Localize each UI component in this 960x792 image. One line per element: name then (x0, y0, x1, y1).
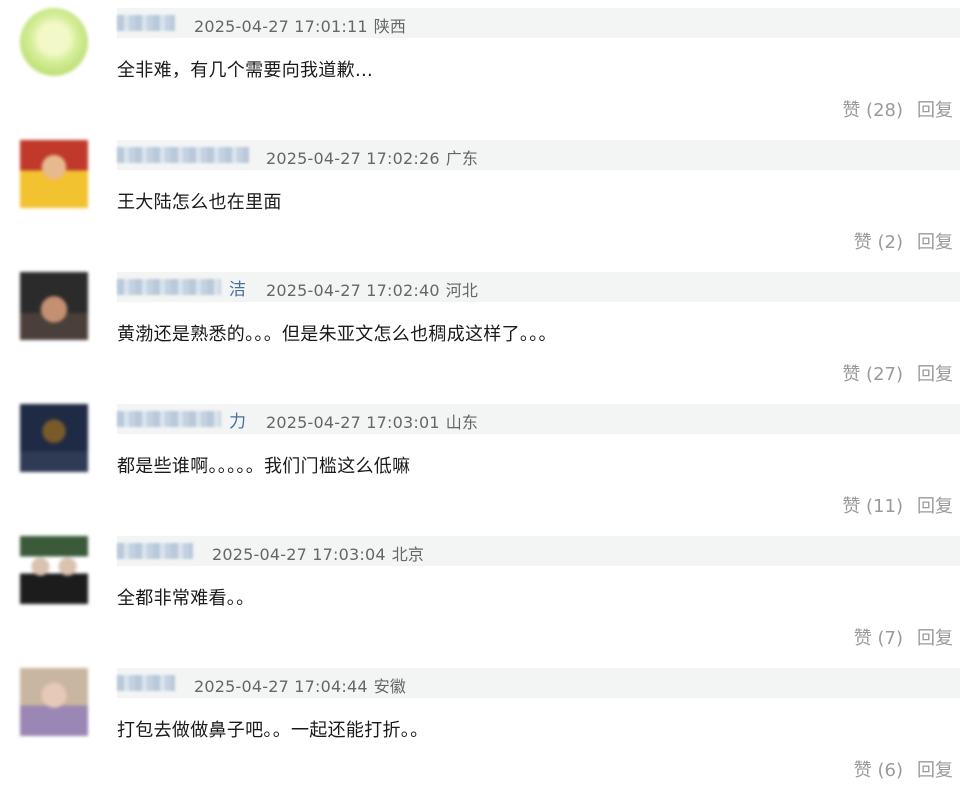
avatar[interactable] (20, 536, 88, 604)
comment-meta-bar: 洁 2025-04-27 17:02:40 河北 (117, 272, 960, 302)
username-blurred[interactable] (117, 411, 221, 427)
comment-meta-bar: 力 2025-04-27 17:03:01 山东 (117, 404, 960, 434)
username-blurred[interactable] (117, 543, 193, 559)
avatar[interactable] (20, 404, 88, 472)
comment-timestamp: 2025-04-27 17:04:44 (194, 677, 368, 696)
reply-button[interactable]: 回复 (917, 628, 953, 649)
comment-item: 2025-04-27 17:01:11 陕西 全非难，有几个需要向我道歉… 赞 (… (0, 0, 960, 132)
comment-item: 2025-04-27 17:03:04 北京 全都非常难看。。 赞 (7) 回复 (0, 528, 960, 660)
username-tail[interactable]: 力 (229, 407, 246, 432)
comment-meta-bar: 2025-04-27 17:03:04 北京 (117, 536, 960, 566)
comment-location: 河北 (445, 281, 479, 300)
comment-meta-bar: 2025-04-27 17:01:11 陕西 (117, 8, 960, 38)
comment-timestamp: 2025-04-27 17:01:11 (194, 17, 368, 36)
comment-meta: 2025-04-27 17:04:44 安徽 (194, 673, 412, 697)
comment-timestamp: 2025-04-27 17:03:01 (266, 413, 440, 432)
comment-actions: 赞 (27) 回复 (842, 360, 953, 386)
avatar[interactable] (20, 668, 88, 736)
comment-actions: 赞 (11) 回复 (842, 492, 953, 518)
comment-meta: 2025-04-27 17:01:11 陕西 (194, 13, 412, 37)
comment-text: 打包去做做鼻子吧。。一起还能打折。。 (117, 720, 429, 741)
comment-actions: 赞 (2) 回复 (854, 228, 953, 254)
comment-text: 王大陆怎么也在里面 (117, 192, 282, 213)
comment-location: 广东 (445, 149, 479, 168)
like-button[interactable]: 赞 (27) (842, 364, 903, 385)
comment-list: 2025-04-27 17:01:11 陕西 全非难，有几个需要向我道歉… 赞 (… (0, 0, 960, 787)
reply-button[interactable]: 回复 (917, 364, 953, 385)
like-button[interactable]: 赞 (7) (854, 628, 903, 649)
comment-item: 2025-04-27 17:02:26 广东 王大陆怎么也在里面 赞 (2) 回复 (0, 132, 960, 264)
comment-location: 山东 (445, 413, 479, 432)
comment-text: 黄渤还是熟悉的。。。但是朱亚文怎么也稠成这样了。。。 (117, 324, 557, 345)
avatar[interactable] (20, 8, 88, 76)
avatar[interactable] (20, 140, 88, 208)
username-blurred[interactable] (117, 147, 249, 163)
comment-location: 北京 (391, 545, 425, 564)
comment-meta: 2025-04-27 17:02:26 广东 (266, 145, 484, 169)
comment-meta-bar: 2025-04-27 17:04:44 安徽 (117, 668, 960, 698)
comment-text: 都是些谁啊。。。。。我们门槛这么低嘛 (117, 456, 411, 477)
reply-button[interactable]: 回复 (917, 760, 953, 781)
comment-timestamp: 2025-04-27 17:03:04 (212, 545, 386, 564)
comment-location: 陕西 (373, 17, 407, 36)
comment-timestamp: 2025-04-27 17:02:40 (266, 281, 440, 300)
username-blurred[interactable] (117, 15, 175, 31)
reply-button[interactable]: 回复 (917, 496, 953, 517)
reply-button[interactable]: 回复 (917, 100, 953, 121)
like-button[interactable]: 赞 (11) (842, 496, 903, 517)
comment-meta: 2025-04-27 17:03:01 山东 (266, 409, 484, 433)
comment-item: 2025-04-27 17:04:44 安徽 打包去做做鼻子吧。。一起还能打折。。… (0, 660, 960, 792)
comment-item: 洁 2025-04-27 17:02:40 河北 黄渤还是熟悉的。。。但是朱亚文怎… (0, 264, 960, 396)
avatar[interactable] (20, 272, 88, 340)
like-button[interactable]: 赞 (2) (854, 232, 903, 253)
username-blurred[interactable] (117, 279, 221, 295)
username-blurred[interactable] (117, 675, 175, 691)
like-button[interactable]: 赞 (6) (854, 760, 903, 781)
comment-location: 安徽 (373, 677, 407, 696)
comment-actions: 赞 (7) 回复 (854, 624, 953, 650)
comment-actions: 赞 (6) 回复 (854, 756, 953, 782)
username-tail[interactable]: 洁 (229, 275, 246, 300)
comment-text: 全非难，有几个需要向我道歉… (117, 60, 374, 81)
like-button[interactable]: 赞 (28) (842, 100, 903, 121)
reply-button[interactable]: 回复 (917, 232, 953, 253)
comment-text: 全都非常难看。。 (117, 588, 255, 609)
comment-timestamp: 2025-04-27 17:02:26 (266, 149, 440, 168)
comment-meta-bar: 2025-04-27 17:02:26 广东 (117, 140, 960, 170)
comment-item: 力 2025-04-27 17:03:01 山东 都是些谁啊。。。。。我们门槛这么… (0, 396, 960, 528)
comment-actions: 赞 (28) 回复 (842, 96, 953, 122)
comment-meta: 2025-04-27 17:03:04 北京 (212, 541, 430, 565)
comment-meta: 2025-04-27 17:02:40 河北 (266, 277, 484, 301)
